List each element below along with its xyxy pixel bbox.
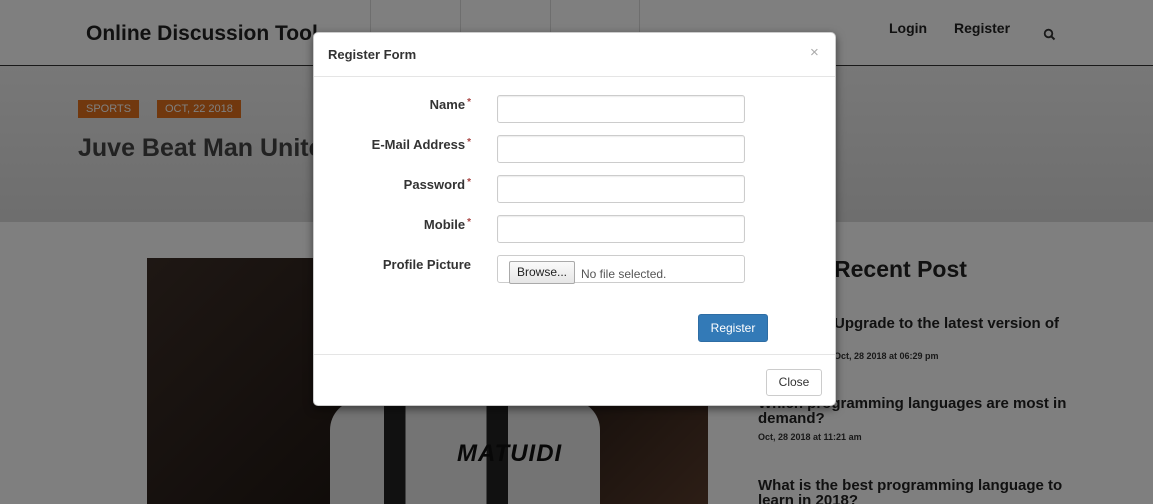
- profile-picture-input[interactable]: Browse... No file selected.: [497, 255, 745, 284]
- password-label: Password *: [403, 177, 471, 192]
- required-marker: *: [467, 217, 471, 228]
- modal-title: Register Form: [328, 47, 417, 62]
- register-submit-button[interactable]: Register: [698, 314, 768, 342]
- name-field[interactable]: [497, 95, 745, 123]
- profile-picture-label: Profile Picture: [382, 257, 471, 272]
- required-marker: *: [467, 137, 471, 148]
- required-marker: *: [467, 177, 471, 188]
- register-modal: Register Form × Name * E-Mail Address * Pa…: [313, 32, 836, 406]
- email-label: E-Mail Address *: [371, 137, 471, 152]
- name-label: Name *: [429, 97, 471, 112]
- mobile-label: Mobile *: [423, 217, 471, 232]
- email-field[interactable]: [497, 135, 745, 163]
- close-button[interactable]: Close: [766, 369, 822, 396]
- password-field[interactable]: [497, 175, 745, 203]
- browse-button[interactable]: Browse...: [509, 261, 575, 284]
- required-marker: *: [467, 97, 471, 108]
- file-status-text: No file selected.: [581, 267, 667, 281]
- modal-footer: Close: [314, 354, 835, 405]
- modal-header: Register Form ×: [314, 33, 835, 77]
- mobile-field[interactable]: [497, 215, 745, 243]
- close-icon[interactable]: ×: [810, 44, 819, 61]
